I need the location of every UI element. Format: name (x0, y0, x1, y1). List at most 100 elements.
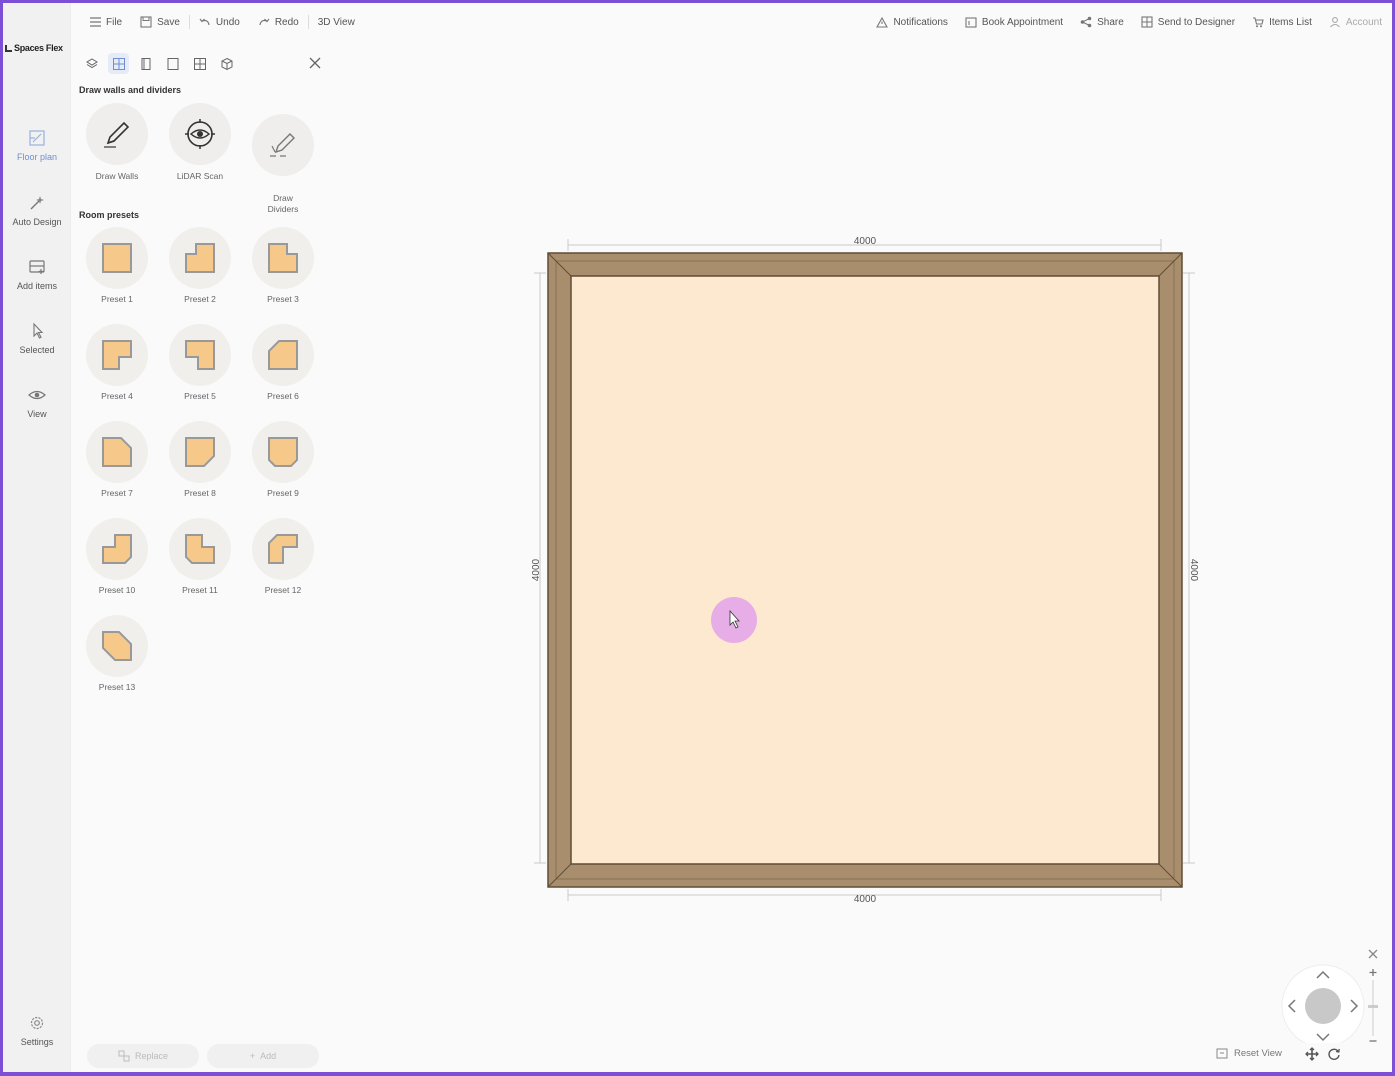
tab-windows[interactable] (189, 53, 210, 74)
reset-view-button[interactable]: Reset View (1216, 1047, 1282, 1059)
preset-label: Preset 11 (182, 585, 218, 595)
tool-draw-walls[interactable]: Draw Walls (77, 103, 157, 181)
preset-12[interactable]: Preset 12 (243, 518, 323, 595)
calendar-icon (965, 17, 977, 28)
panel-tabs (81, 53, 237, 74)
preset-label: Preset 3 (267, 294, 299, 304)
target-icon (185, 119, 215, 149)
preset-11[interactable]: Preset 11 (160, 518, 240, 595)
zoom-in-icon[interactable] (1369, 969, 1377, 976)
account-button[interactable]: Account (1329, 13, 1382, 31)
menu-icon (90, 17, 101, 27)
replace-label: Replace (134, 1051, 169, 1061)
redo-button[interactable]: Redo (249, 13, 308, 31)
reset-view-icon (1216, 1048, 1228, 1059)
save-icon (140, 16, 152, 28)
brand-mark-icon (5, 44, 12, 52)
rotate-icon[interactable] (1327, 1047, 1341, 1061)
preset-circle (252, 227, 314, 289)
file-menu-button[interactable]: File (81, 13, 131, 31)
rail-item-auto-design[interactable]: Auto Design (3, 193, 71, 227)
plus-icon: + (249, 1051, 256, 1061)
send-to-designer-label: Send to Designer (1157, 16, 1236, 28)
notifications-button[interactable]: Notifications (876, 13, 948, 31)
3d-view-button[interactable]: 3D View (309, 13, 364, 31)
preset-label: Preset 6 (267, 391, 299, 401)
brand-logo[interactable]: Spaces Flex (5, 43, 63, 53)
floor-plan-grid-icon (112, 57, 125, 70)
floor-plan-panel: Draw walls and dividers Draw Walls LiDAR… (71, 3, 333, 1072)
preset-5[interactable]: Preset 5 (160, 324, 240, 401)
section-title-presets: Room presets (79, 210, 140, 220)
undo-button[interactable]: Undo (190, 13, 249, 31)
preset-4[interactable]: Preset 4 (77, 324, 157, 401)
preset-circle (86, 227, 148, 289)
tool-lidar-scan[interactable]: LiDAR Scan (160, 103, 240, 181)
cube-icon (221, 57, 232, 70)
dimension-right-label: 4000 (1188, 559, 1199, 582)
tool-label: Draw Dividers (267, 193, 299, 215)
cart-icon (1253, 17, 1264, 28)
add-items-icon (29, 260, 45, 274)
preset-3[interactable]: Preset 3 (243, 227, 323, 304)
tool-label: Draw Walls (95, 171, 139, 181)
add-button[interactable]: + Add (207, 1044, 319, 1068)
tool-circle (252, 114, 314, 177)
move-icon[interactable] (1305, 1047, 1319, 1061)
tool-draw-dividers[interactable]: Draw Dividers (243, 103, 323, 215)
preset-13[interactable]: Preset 13 (77, 615, 157, 692)
preset-shape-icon (268, 534, 298, 564)
send-icon (1141, 16, 1153, 28)
preset-shape-icon (185, 243, 215, 273)
preset-8[interactable]: Preset 8 (160, 421, 240, 498)
replace-button[interactable]: Replace (87, 1044, 199, 1068)
preset-9[interactable]: Preset 9 (243, 421, 323, 498)
rail-item-label: View (27, 409, 47, 419)
tab-layers[interactable] (81, 53, 102, 74)
close-icon[interactable] (307, 55, 323, 71)
rail-item-add-items[interactable]: Add items (3, 257, 71, 291)
warning-icon (876, 16, 889, 28)
preset-2[interactable]: Preset 2 (160, 227, 240, 304)
rail-item-label: Auto Design (12, 217, 62, 227)
navigation-control (1281, 949, 1378, 1043)
preset-circle (252, 421, 314, 483)
rail-item-label: Selected (19, 345, 55, 355)
preset-label: Preset 2 (184, 294, 216, 304)
preset-shape-icon (102, 340, 132, 370)
rail-item-label: Floor plan (16, 152, 58, 162)
preset-shape-icon (268, 243, 298, 273)
zoom-slider-handle[interactable] (1368, 1005, 1378, 1008)
user-icon (1329, 17, 1340, 28)
send-to-designer-button[interactable]: Send to Designer (1141, 13, 1235, 31)
preset-circle (169, 421, 231, 483)
preset-6[interactable]: Preset 6 (243, 324, 323, 401)
rail-item-settings[interactable]: Settings (3, 1013, 71, 1047)
close-navigation-icon[interactable] (1368, 949, 1378, 959)
pan-knob[interactable] (1305, 988, 1341, 1024)
rail-item-floor-plan[interactable]: Floor plan (3, 128, 71, 162)
rail-item-selected[interactable]: Selected (3, 321, 71, 355)
tab-3d-objects[interactable] (216, 53, 237, 74)
preset-circle (252, 518, 314, 580)
door-icon (141, 57, 150, 70)
preset-10[interactable]: Preset 10 (77, 518, 157, 595)
save-button[interactable]: Save (131, 13, 189, 31)
file-label: File (106, 16, 123, 28)
preset-circle (86, 421, 148, 483)
items-list-button[interactable]: Items List (1252, 13, 1312, 31)
tab-floor-plan[interactable] (108, 53, 129, 74)
book-appointment-button[interactable]: Book Appointment (965, 13, 1063, 31)
share-button[interactable]: Share (1080, 13, 1124, 31)
rail-item-view[interactable]: View (3, 385, 71, 419)
preset-7[interactable]: Preset 7 (77, 421, 157, 498)
pencil-dividers-icon (270, 133, 295, 157)
room-walls[interactable] (547, 252, 1183, 888)
tab-doors[interactable] (135, 53, 156, 74)
floorplan-icon (29, 130, 45, 146)
preset-1[interactable]: Preset 1 (77, 227, 157, 304)
tab-walls[interactable] (162, 53, 183, 74)
share-icon (1080, 16, 1092, 28)
replace-icon (118, 1050, 130, 1062)
reset-view-label: Reset View (1234, 1047, 1282, 1059)
